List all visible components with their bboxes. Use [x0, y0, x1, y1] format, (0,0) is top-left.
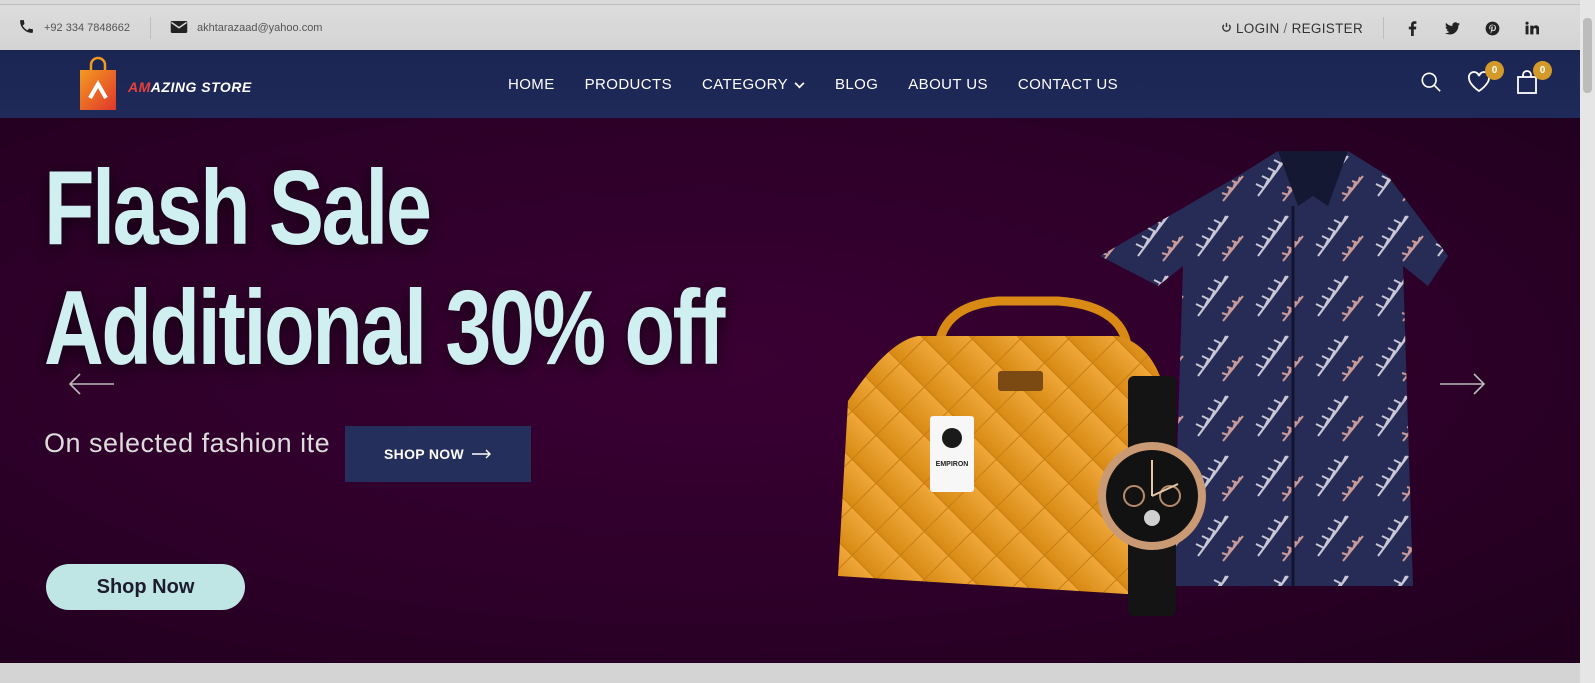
register-link[interactable]: REGISTER — [1292, 21, 1363, 36]
account-social: LOGIN / REGISTER — [1221, 5, 1540, 51]
vertical-scrollbar[interactable] — [1580, 0, 1595, 683]
facebook-icon[interactable] — [1404, 20, 1420, 36]
wishlist-button[interactable]: 0 — [1466, 61, 1504, 97]
twitter-icon[interactable] — [1444, 20, 1460, 36]
page-bottom-strip — [0, 663, 1580, 683]
email-address: akhtarazaad@yahoo.com — [196, 22, 323, 34]
chevron-down-icon — [794, 76, 805, 93]
shop-now-pill-button[interactable]: Shop Now — [46, 564, 245, 610]
nav-item-about-us[interactable]: ABOUT US — [908, 76, 988, 93]
slider-prev-arrow-icon[interactable] — [68, 373, 114, 400]
top-bar: +92 334 7848662 akhtarazaad@yahoo.com LO… — [0, 4, 1580, 51]
slash-separator: / — [1283, 20, 1288, 36]
header-actions: 0 0 — [1418, 50, 1552, 118]
phone-icon — [18, 18, 35, 38]
search-icon — [1420, 71, 1442, 98]
nav-item-category-label: CATEGORY — [701, 75, 788, 93]
hero-product-image: EMPIRON — [828, 146, 1478, 626]
headline-line-1: Flash Sale — [44, 149, 432, 267]
mail-icon — [170, 20, 188, 37]
nav-item-products[interactable]: PRODUCTS — [585, 76, 672, 93]
store-logo[interactable]: AMAZING STORE — [78, 56, 252, 117]
nav-menu: HOME PRODUCTS CATEGORY BLOG ABOUT US CON… — [508, 50, 1148, 118]
hero-banner: Flash Sale Additional 30% off On selecte… — [0, 118, 1580, 663]
shopping-bag-logo-icon — [78, 56, 118, 117]
social-links — [1404, 20, 1540, 36]
cart-button[interactable]: 0 — [1514, 61, 1552, 97]
nav-item-category[interactable]: CATEGORY — [702, 76, 805, 93]
arrow-right-icon — [471, 446, 492, 462]
shop-now-label: SHOP NOW — [384, 446, 464, 462]
search-button[interactable] — [1418, 71, 1444, 97]
login-link[interactable]: LOGIN — [1236, 21, 1280, 36]
linkedin-icon[interactable] — [1524, 20, 1540, 36]
email-contact[interactable]: akhtarazaad@yahoo.com — [170, 20, 323, 37]
pinterest-icon[interactable] — [1484, 20, 1500, 36]
headline-line-2: Additional 30% off — [44, 269, 725, 387]
hero-headline: Flash Sale Additional 30% off — [44, 148, 725, 388]
phone-contact[interactable]: +92 334 7848662 — [18, 18, 130, 38]
hero-subline: On selected fashion ite — [44, 428, 331, 458]
shop-now-button[interactable]: SHOP NOW — [345, 426, 531, 482]
login-register: LOGIN / REGISTER — [1221, 21, 1363, 36]
contact-info: +92 334 7848662 akhtarazaad@yahoo.com — [18, 5, 322, 51]
main-navigation: AMAZING STORE HOME PRODUCTS CATEGORY BLO… — [0, 50, 1580, 118]
cart-count-badge: 0 — [1533, 61, 1552, 80]
nav-item-blog[interactable]: BLOG — [835, 76, 878, 93]
phone-number: +92 334 7848662 — [44, 22, 130, 34]
power-icon — [1221, 21, 1232, 36]
wishlist-count-badge: 0 — [1485, 61, 1504, 80]
product-tag-brand: EMPIRON — [936, 461, 969, 468]
nav-item-home[interactable]: HOME — [508, 76, 555, 93]
divider — [149, 17, 151, 39]
scrollbar-thumb[interactable] — [1583, 18, 1592, 93]
nav-item-contact-us[interactable]: CONTACT US — [1018, 76, 1118, 93]
divider — [1383, 17, 1384, 39]
brand-name: AMAZING STORE — [128, 78, 252, 95]
